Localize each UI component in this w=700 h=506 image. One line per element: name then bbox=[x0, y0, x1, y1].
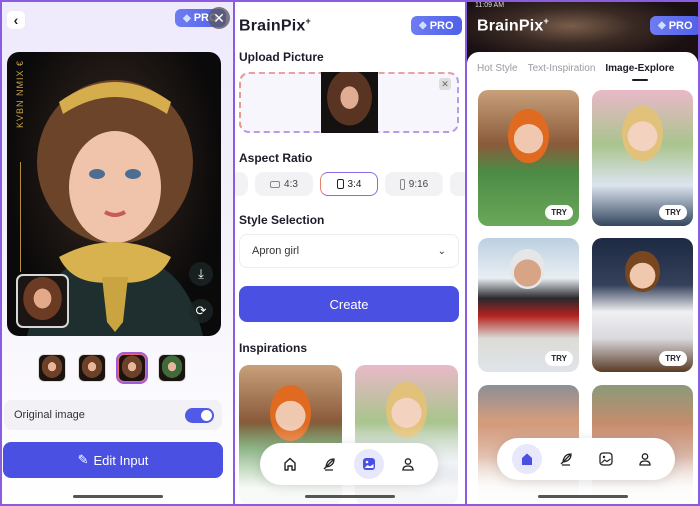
app-logo: BrainPix+ bbox=[477, 16, 549, 35]
result-screen: ‹ ◆ PRO ✕ KVBN NMIX € ⤓ ⟳ Original image… bbox=[2, 2, 233, 504]
feather-icon bbox=[560, 453, 572, 466]
style-select-value: Apron girl bbox=[252, 245, 300, 257]
style-thumb[interactable] bbox=[78, 354, 106, 382]
status-bar: 11:09 AM bbox=[475, 2, 505, 9]
home-icon bbox=[284, 457, 296, 471]
remove-photo-button[interactable]: ✕ bbox=[439, 78, 451, 90]
brand-name: BrainPix bbox=[239, 17, 306, 35]
aspect-ratio-title: Aspect Ratio bbox=[239, 151, 313, 165]
ratio-label: 3:4 bbox=[347, 178, 362, 190]
uploaded-photo bbox=[321, 72, 378, 133]
pro-button[interactable]: ◆ PRO bbox=[411, 16, 462, 35]
style-selection-title: Style Selection bbox=[239, 213, 325, 227]
nav-profile[interactable] bbox=[393, 449, 423, 479]
original-photo-thumbnail[interactable] bbox=[16, 274, 69, 328]
close-icon: ✕ bbox=[213, 9, 225, 26]
ratio-option-4-3[interactable]: 4:3 bbox=[255, 172, 313, 196]
pro-label: PRO bbox=[668, 19, 693, 32]
style-thumb[interactable] bbox=[158, 354, 186, 382]
nav-text-inspiration[interactable] bbox=[314, 449, 344, 479]
create-button[interactable]: Create bbox=[239, 286, 459, 322]
tab-image-explore[interactable]: Image-Explore bbox=[605, 63, 674, 74]
ratio-option-3-4[interactable]: 3:4 bbox=[320, 172, 378, 196]
image-icon bbox=[599, 452, 613, 466]
brand-name: BrainPix bbox=[477, 17, 544, 35]
tab-hot-style[interactable]: Hot Style bbox=[477, 63, 518, 74]
brand-sup: + bbox=[543, 16, 549, 26]
try-button[interactable]: TRY bbox=[545, 351, 573, 366]
nav-text-inspiration[interactable] bbox=[551, 444, 581, 474]
explore-card[interactable]: TRY bbox=[592, 90, 693, 226]
close-icon: ✕ bbox=[441, 78, 449, 89]
explore-screen: 11:09 AM BrainPix+ ◆ PRO Hot Style Text-… bbox=[467, 2, 698, 504]
download-button[interactable]: ⤓ bbox=[189, 262, 213, 286]
download-icon: ⤓ bbox=[198, 266, 204, 281]
bottom-nav bbox=[497, 438, 675, 480]
nav-image-explore[interactable] bbox=[591, 444, 621, 474]
home-indicator bbox=[72, 495, 163, 498]
regenerate-button[interactable]: ⟳ bbox=[189, 299, 213, 323]
brand-sup: + bbox=[305, 16, 311, 26]
side-caption: KVBN NMIX € bbox=[15, 60, 25, 129]
inspirations-title: Inspirations bbox=[239, 341, 308, 355]
explore-tabs: Hot Style Text-Inspiration Image-Explore bbox=[477, 63, 674, 74]
app-logo: BrainPix+ bbox=[239, 16, 311, 35]
screenshot-stage: ‹ ◆ PRO ✕ KVBN NMIX € ⤓ ⟳ Original image… bbox=[0, 0, 700, 506]
original-image-toggle[interactable] bbox=[185, 407, 214, 423]
generated-image: KVBN NMIX € ⤓ ⟳ bbox=[7, 52, 221, 336]
try-button[interactable]: TRY bbox=[659, 205, 687, 220]
pencil-icon: ✎ bbox=[77, 452, 89, 467]
upload-area[interactable]: ✕ bbox=[239, 72, 459, 133]
style-select[interactable]: Apron girl ⌄ bbox=[239, 234, 459, 268]
home-indicator bbox=[305, 495, 395, 498]
explore-card[interactable]: TRY bbox=[478, 90, 579, 226]
upload-picture-title: Upload Picture bbox=[239, 50, 324, 64]
portrait-icon bbox=[336, 179, 344, 189]
ratio-option[interactable] bbox=[235, 172, 248, 196]
profile-icon bbox=[639, 453, 651, 466]
nav-profile[interactable] bbox=[630, 444, 660, 474]
ratio-label: 9:16 bbox=[408, 178, 429, 190]
diamond-icon: ◆ bbox=[658, 20, 666, 31]
tall-portrait-icon bbox=[399, 178, 405, 190]
profile-icon bbox=[402, 458, 414, 471]
refresh-icon: ⟳ bbox=[195, 303, 207, 318]
diamond-icon: ◆ bbox=[183, 12, 191, 24]
home-indicator bbox=[537, 495, 628, 498]
edit-input-button[interactable]: ✎ Edit Input bbox=[3, 442, 223, 478]
chevron-left-icon: ‹ bbox=[13, 12, 19, 28]
style-variations bbox=[38, 352, 186, 384]
close-button[interactable]: ✕ bbox=[208, 7, 230, 29]
style-thumb-selected[interactable] bbox=[116, 352, 148, 384]
try-button[interactable]: TRY bbox=[659, 351, 687, 366]
decorative-line bbox=[20, 162, 21, 272]
feather-icon bbox=[323, 458, 335, 471]
landscape-icon bbox=[270, 180, 281, 188]
nav-home[interactable] bbox=[275, 449, 305, 479]
diamond-icon: ◆ bbox=[419, 20, 427, 31]
nav-image-explore[interactable] bbox=[353, 449, 384, 479]
explore-card[interactable]: TRY bbox=[478, 238, 579, 372]
explore-card[interactable]: TRY bbox=[592, 238, 693, 372]
original-image-row: Original image bbox=[4, 400, 222, 430]
chevron-down-icon: ⌄ bbox=[437, 245, 446, 257]
back-button[interactable]: ‹ bbox=[6, 10, 26, 30]
style-thumb[interactable] bbox=[38, 354, 66, 382]
ratio-option-9-16[interactable]: 9:16 bbox=[385, 172, 443, 196]
edit-input-label: Edit Input bbox=[93, 452, 149, 468]
create-screen: BrainPix+ ◆ PRO Upload Picture ✕ Aspect … bbox=[235, 2, 465, 504]
try-button[interactable]: TRY bbox=[545, 205, 573, 220]
original-image-label: Original image bbox=[14, 409, 85, 421]
ratio-label: 4:3 bbox=[284, 178, 298, 190]
aspect-ratio-options: 4:3 3:4 9:16 bbox=[235, 172, 465, 196]
nav-home[interactable] bbox=[511, 444, 542, 474]
pro-button[interactable]: ◆ PRO bbox=[650, 16, 698, 35]
image-icon bbox=[362, 458, 375, 470]
ratio-option[interactable] bbox=[450, 172, 465, 196]
pro-label: PRO bbox=[429, 19, 454, 32]
tab-text-inspiration[interactable]: Text-Inspiration bbox=[528, 63, 596, 74]
bottom-nav bbox=[260, 443, 438, 485]
home-icon bbox=[521, 453, 532, 465]
